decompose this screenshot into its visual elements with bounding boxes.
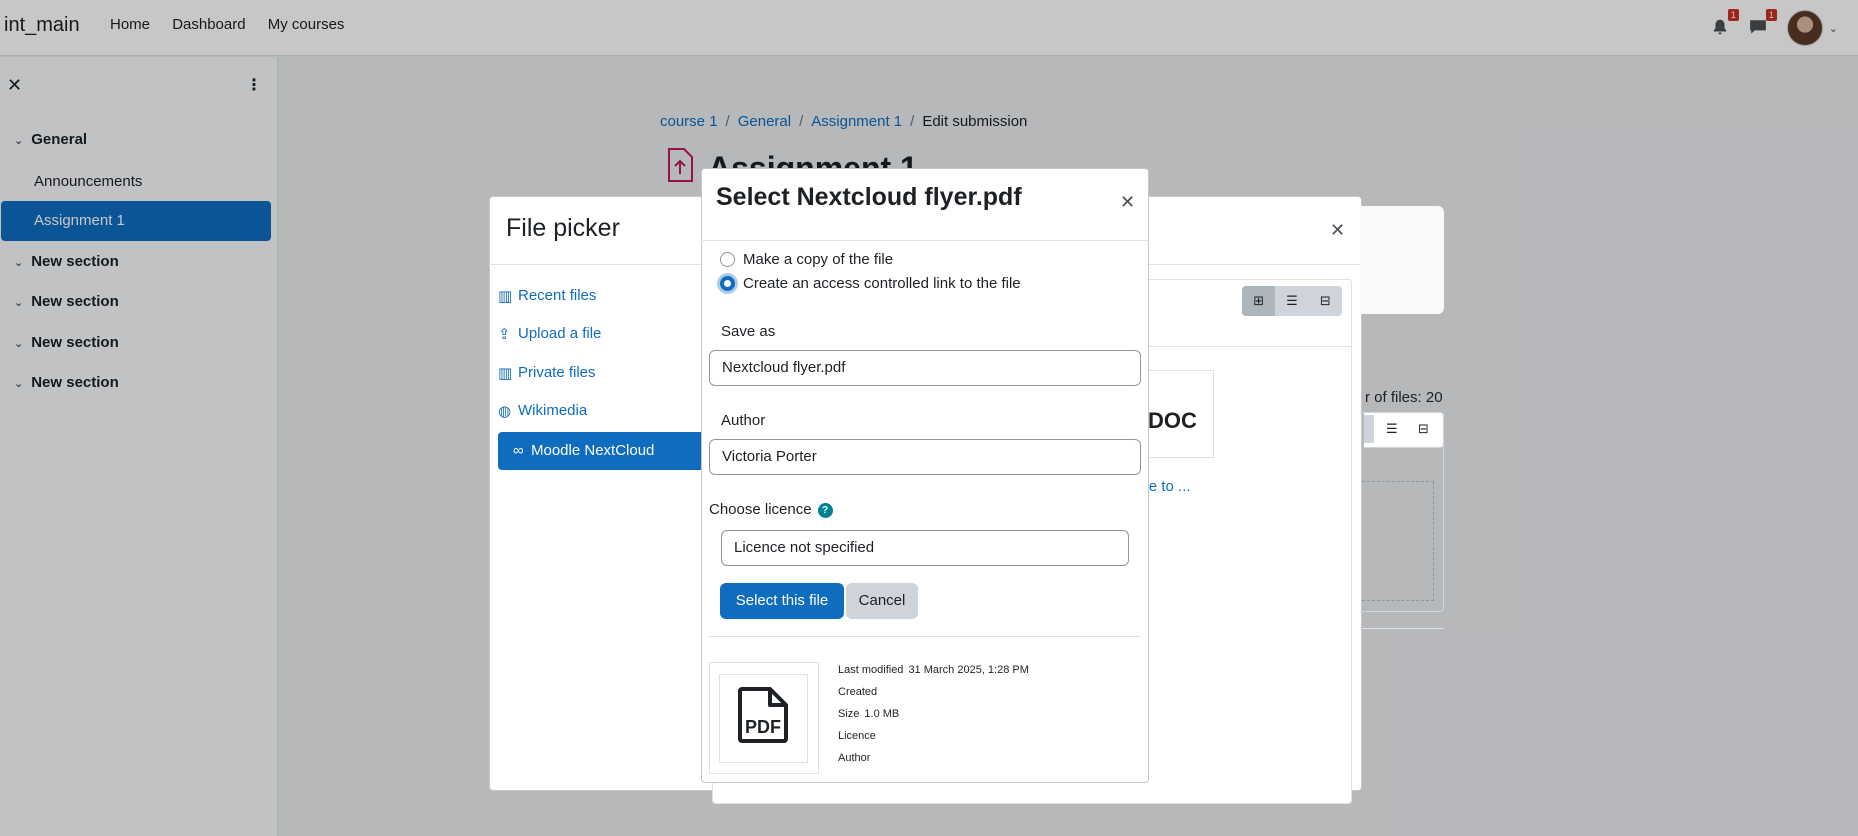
meta-key: Last modified [838, 664, 904, 676]
meta-licence: Licence [838, 730, 881, 742]
meta-last-modified: Last modified 31 March 2025, 1:28 PM [838, 664, 1029, 676]
wikimedia-icon: ◍ [498, 403, 512, 420]
meta-key: Author [838, 752, 871, 764]
save-as-input[interactable]: Nextcloud flyer.pdf [709, 350, 1141, 386]
dialog-close-icon[interactable]: ✕ [1120, 192, 1135, 213]
licence-label-text: Choose licence [709, 501, 812, 518]
doc-file-icon: DOC [1148, 408, 1197, 433]
radio-label: Make a copy of the file [743, 251, 894, 268]
upload-icon: ⇪ [498, 326, 511, 343]
save-as-label: Save as [721, 323, 776, 340]
files-count-label: r of files: 20 [1365, 389, 1443, 406]
dialog-title: Select Nextcloud flyer.pdf [716, 183, 1022, 211]
meta-key: Size [838, 708, 860, 720]
repo-label: Private files [518, 364, 596, 381]
list-view-icon[interactable]: ☰ [1386, 421, 1398, 437]
submission-panel [1360, 206, 1444, 314]
private-files-icon: ▥ [498, 365, 513, 382]
cancel-button[interactable]: Cancel [846, 583, 918, 619]
radio-make-copy[interactable]: Make a copy of the file [720, 251, 893, 268]
view-toggle-toolbar: ⊞ ☰ ⊟ [1242, 286, 1342, 316]
file-picker-close-icon[interactable]: ✕ [1330, 220, 1345, 241]
select-this-file-button[interactable]: Select this file [720, 583, 844, 619]
grid-view-icon[interactable]: ⊞ [1242, 286, 1276, 316]
repo-label: Moodle NextCloud [531, 442, 655, 459]
licence-select[interactable]: Licence not specified [721, 530, 1129, 566]
divider [1362, 628, 1444, 629]
pdf-file-icon-text: PDF [745, 717, 781, 737]
meta-value: 1.0 MB [864, 708, 900, 720]
licence-label: Choose licence? [709, 501, 833, 518]
repo-moodle-nextcloud[interactable]: ∞ Moodle NextCloud [498, 432, 703, 470]
repo-recent-files[interactable]: ▥ Recent files [498, 287, 597, 305]
pdf-file-icon: PDF [738, 687, 788, 743]
grid-view-toggle[interactable] [1364, 415, 1374, 443]
repo-label: Upload a file [518, 325, 602, 342]
radio-button[interactable] [720, 252, 735, 267]
repo-wikimedia[interactable]: ◍ Wikimedia [498, 402, 588, 420]
meta-key: Licence [838, 730, 876, 742]
radio-label: Create an access controlled link to the … [743, 275, 1021, 292]
divider [701, 240, 1149, 241]
meta-value: 31 March 2025, 1:28 PM [908, 664, 1029, 676]
file-preview-frame: PDF [719, 674, 808, 763]
author-label: Author [721, 412, 766, 429]
tree-view-icon[interactable]: ⊟ [1418, 421, 1429, 437]
radio-button[interactable] [720, 276, 735, 291]
meta-created: Created [838, 686, 882, 698]
repo-upload-file[interactable]: ⇪ Upload a file [498, 325, 602, 343]
list-view-icon[interactable]: ☰ [1275, 286, 1308, 316]
meta-key: Created [838, 686, 878, 698]
meta-author: Author [838, 752, 875, 764]
author-input[interactable]: Victoria Porter [709, 439, 1141, 475]
repo-label: Wikimedia [518, 402, 588, 419]
radio-access-link[interactable]: Create an access controlled link to the … [720, 275, 1021, 292]
meta-size: Size 1.0 MB [838, 708, 899, 720]
repo-label: Recent files [518, 287, 597, 304]
help-icon[interactable]: ? [817, 503, 833, 518]
drop-zone[interactable] [1362, 481, 1434, 601]
recent-files-icon: ▥ [498, 288, 513, 305]
divider [709, 636, 1141, 637]
repo-private-files[interactable]: ▥ Private files [498, 364, 596, 382]
filemanager-toolbar: ☰ ⊟ [1364, 412, 1444, 448]
tree-view-icon[interactable]: ⊟ [1309, 286, 1342, 316]
file-picker-title: File picker [506, 214, 620, 242]
nextcloud-icon: ∞ [513, 442, 524, 459]
